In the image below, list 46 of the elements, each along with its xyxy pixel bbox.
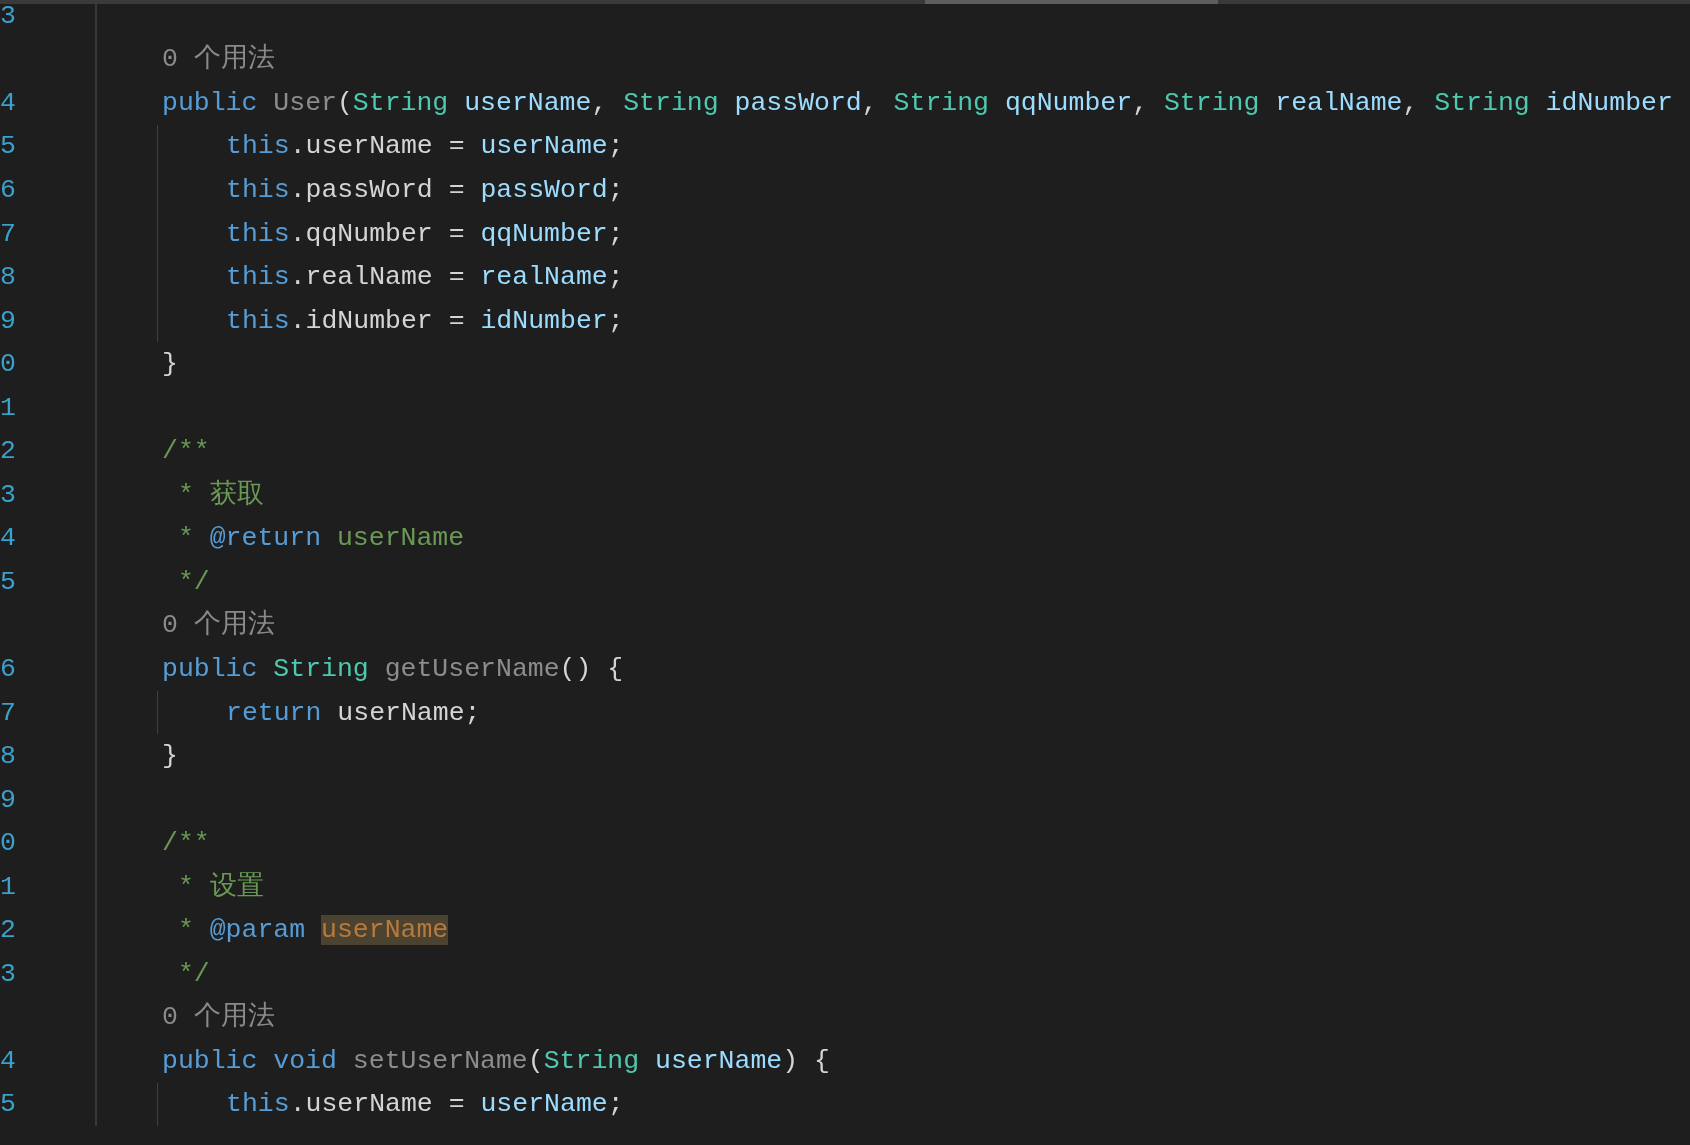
line-number: 5 bbox=[0, 1091, 16, 1118]
line-number: 4 bbox=[0, 525, 16, 552]
line-number: 6 bbox=[0, 655, 16, 682]
usage-hint: 0 个用法 bbox=[162, 45, 275, 74]
code-line: public User(String userName, String passWord, String qqNumber, String realName, String idNumber bbox=[162, 88, 1673, 117]
line-number: 8 bbox=[0, 264, 16, 291]
line-number: 6 bbox=[0, 176, 16, 203]
line-number: 4 bbox=[0, 1047, 16, 1074]
code-line: /** bbox=[162, 437, 210, 466]
code-line: * 获取 bbox=[176, 480, 264, 509]
line-number: 3 bbox=[0, 481, 16, 508]
line-number: 0 bbox=[0, 351, 16, 378]
line-number: 3 bbox=[0, 960, 16, 987]
line-number: 5 bbox=[0, 568, 16, 595]
line-number: 9 bbox=[0, 786, 16, 813]
line-number: 1 bbox=[0, 394, 16, 421]
code-line: this.passWord = passWord; bbox=[226, 175, 624, 204]
line-number: 0 bbox=[0, 830, 16, 857]
line-number: 7 bbox=[0, 699, 16, 726]
scrollbar-thumb[interactable] bbox=[925, 0, 1218, 4]
code-line: this.userName = userName; bbox=[226, 132, 624, 161]
code-line: * @return userName bbox=[176, 524, 465, 553]
code-line: /** bbox=[162, 829, 210, 858]
code-line: this.qqNumber = qqNumber; bbox=[226, 219, 624, 248]
line-number: 2 bbox=[0, 438, 16, 465]
code-line: } bbox=[162, 742, 178, 771]
code-line: */ bbox=[176, 959, 210, 988]
line-number: 5 bbox=[0, 133, 16, 160]
line-number: 2 bbox=[0, 917, 16, 944]
code-line: */ bbox=[176, 567, 210, 596]
code-line: return userName; bbox=[226, 698, 481, 727]
line-number: 9 bbox=[0, 307, 16, 334]
line-number: 7 bbox=[0, 220, 16, 247]
line-number: 1 bbox=[0, 873, 16, 900]
code-line: public String getUserName() { bbox=[162, 654, 624, 683]
code-line: this.idNumber = idNumber; bbox=[226, 306, 624, 335]
line-number: 3 bbox=[0, 2, 16, 29]
line-number: 4 bbox=[0, 89, 16, 116]
usage-hint: 0 个用法 bbox=[162, 1003, 275, 1032]
code-line: this.userName = userName; bbox=[226, 1090, 624, 1119]
line-number: 8 bbox=[0, 743, 16, 770]
code-line: } bbox=[162, 350, 178, 379]
code-line: public void setUserName(String userName) { bbox=[162, 1046, 830, 1075]
code-line: * 设置 bbox=[176, 872, 264, 901]
code-line: this.realName = realName; bbox=[226, 263, 624, 292]
usage-hint: 0 个用法 bbox=[162, 611, 275, 640]
